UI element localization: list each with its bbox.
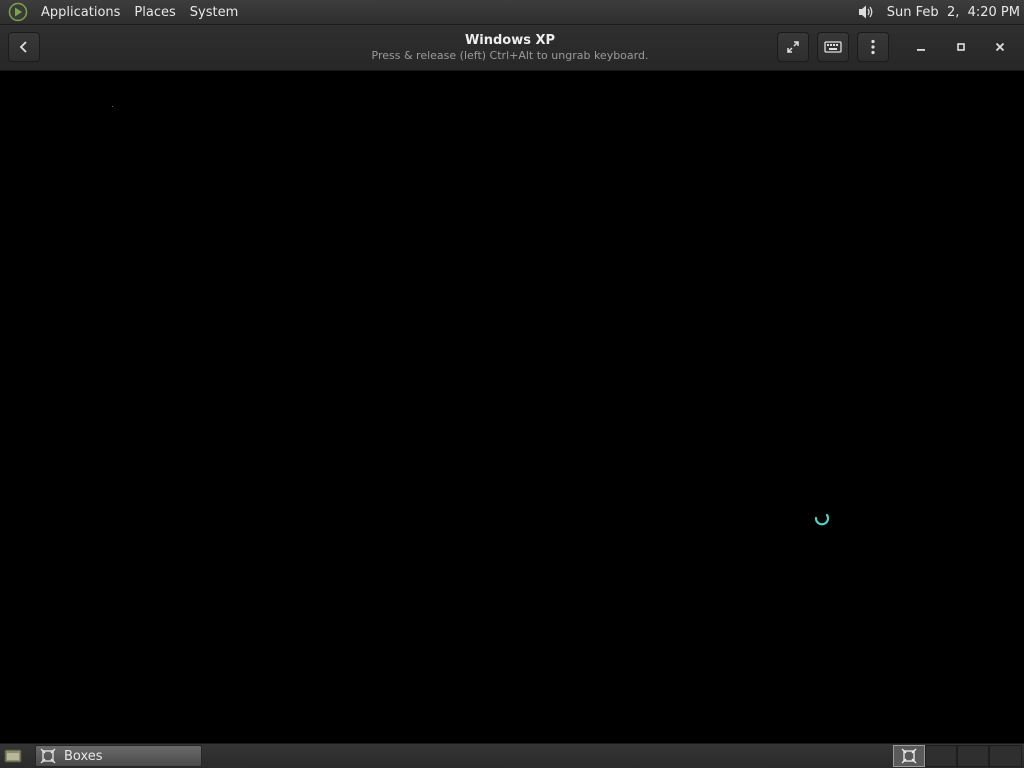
fullscreen-icon [787, 41, 799, 53]
keyboard-button[interactable] [817, 32, 849, 62]
back-button[interactable] [8, 32, 40, 62]
fullscreen-button[interactable] [777, 32, 809, 62]
menu-button[interactable] [857, 32, 889, 62]
workspace-1[interactable] [893, 745, 925, 767]
menu-system[interactable]: System [183, 0, 245, 25]
menu-applications[interactable]: Applications [34, 0, 127, 25]
minimize-button[interactable] [908, 34, 934, 60]
workspace-3[interactable] [957, 745, 989, 767]
taskbar-item-boxes[interactable]: Boxes [35, 745, 202, 767]
close-button[interactable] [987, 34, 1013, 60]
top-panel: Applications Places System Sun Feb 2, 4:… [0, 0, 1024, 25]
maximize-button[interactable] [948, 34, 974, 60]
taskbar-item-label: Boxes [64, 748, 103, 764]
mate-logo-icon[interactable] [8, 2, 28, 22]
keyboard-icon [824, 41, 842, 53]
menu-places[interactable]: Places [127, 0, 182, 25]
back-icon [19, 41, 27, 53]
speaker-icon[interactable] [855, 1, 877, 23]
kebab-menu-icon [871, 39, 875, 55]
boxes-icon [40, 748, 56, 764]
workspace-4[interactable] [989, 745, 1022, 767]
maximize-icon [957, 43, 965, 51]
vm-display[interactable] [0, 71, 1024, 743]
minimize-icon [917, 49, 925, 51]
bottom-panel: Boxes [0, 743, 1024, 768]
panel-tray: Sun Feb 2, 4:20 PM [855, 0, 1024, 25]
boxes-headerbar: Windows XP Press & release (left) Ctrl+A… [0, 25, 1024, 71]
title-block: Windows XP Press & release (left) Ctrl+A… [300, 33, 720, 63]
boxes-icon [901, 748, 917, 764]
show-desktop-icon[interactable] [2, 746, 24, 766]
close-icon [995, 42, 1005, 52]
loading-spinner-icon [814, 513, 830, 526]
window-subtitle: Press & release (left) Ctrl+Alt to ungra… [371, 49, 649, 62]
window-title: Windows XP [464, 33, 556, 48]
clock[interactable]: Sun Feb 2, 4:20 PM [887, 5, 1024, 20]
display-artifact [112, 106, 113, 107]
workspace-2[interactable] [925, 745, 957, 767]
